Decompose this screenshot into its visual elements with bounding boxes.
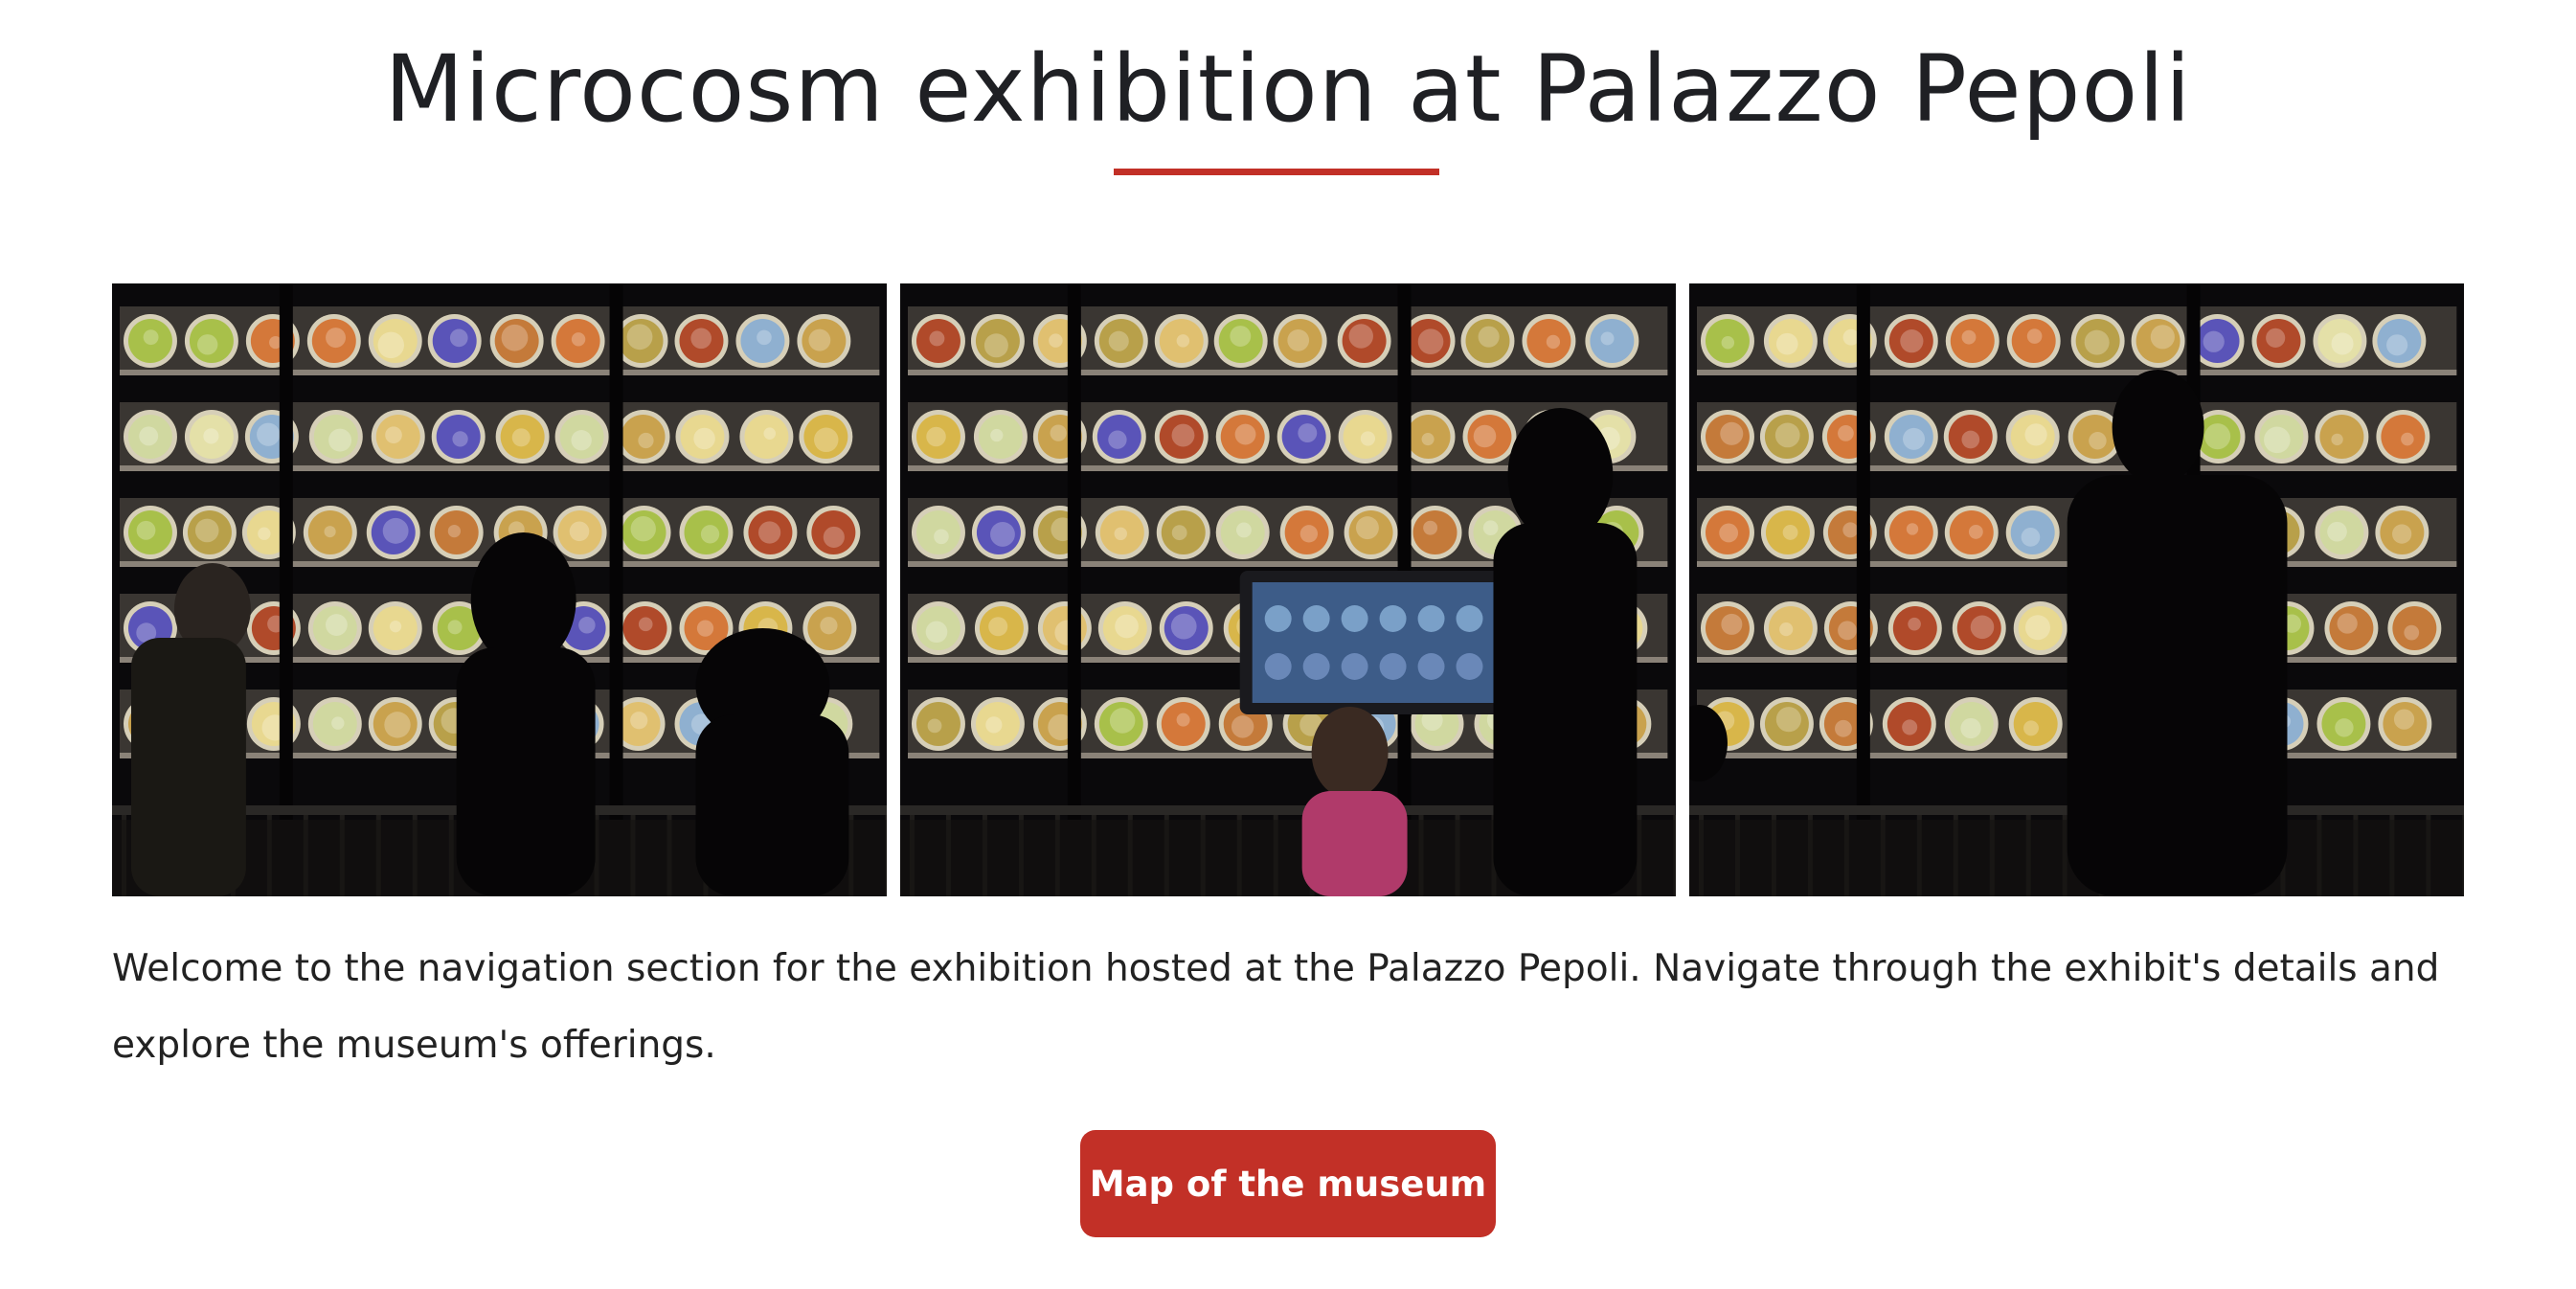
exhibit-photo-left — [112, 283, 888, 896]
exhibit-photo-right — [1688, 283, 2464, 896]
page: Microcosm exhibition at Palazzo Pepoli W… — [0, 0, 2576, 1289]
title-underline — [1114, 169, 1439, 175]
petri-dish-wall-center — [900, 283, 1676, 896]
petri-dish-wall-right — [1688, 283, 2464, 896]
exhibit-photo-center — [900, 283, 1676, 896]
page-title: Microcosm exhibition at Palazzo Pepoli — [384, 35, 2192, 143]
exhibit-photo-gallery — [112, 283, 2464, 896]
map-of-museum-button[interactable]: Map of the museum — [1080, 1130, 1496, 1237]
petri-dish-wall-left — [112, 283, 888, 896]
intro-paragraph: Welcome to the navigation section for th… — [112, 947, 2440, 1067]
